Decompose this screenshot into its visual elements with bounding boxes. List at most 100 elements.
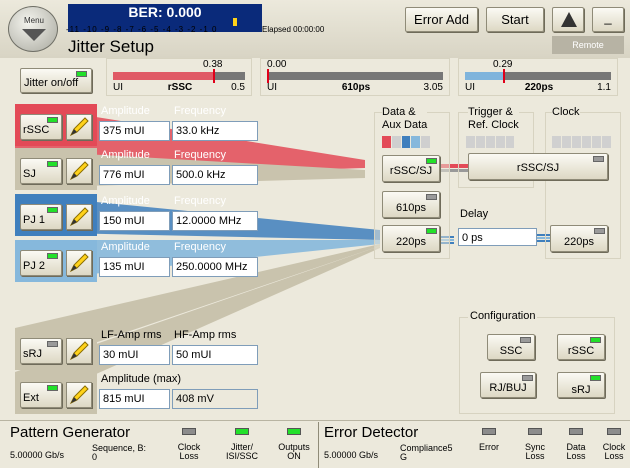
amplitude-input[interactable]: 776 mUI [99,165,170,185]
pg-rate: 5.00000 Gb/s [10,450,65,460]
amplitude-input[interactable]: 135 mUI [99,257,170,277]
amplitude-label: Amplitude [101,149,150,161]
status-led [482,428,496,435]
data-aux-indicator [382,136,430,148]
trigger-rssc-sj-led [593,156,604,162]
data-rssc-sj-button[interactable]: rSSC/SJ [382,155,440,182]
status-led [182,428,196,435]
jitter-source-label: Ext [23,392,39,404]
trigger-rssc-sj-label: rSSC/SJ [516,162,560,174]
status-led-label: Outputs ON [278,442,310,461]
data-610ps-button[interactable]: 610ps [382,191,440,218]
config-srj-label: sRJ [571,384,591,396]
config-rssc-led [590,337,601,343]
pencil-icon[interactable] [66,158,92,184]
status-led-label: Clock Loss [177,442,201,461]
frequency-label: Frequency [174,195,226,207]
config-srj-led [590,375,601,381]
data-220ps-label: 220ps [396,236,426,248]
jitter-source-label: SJ [23,168,36,180]
frequency-label: Frequency [174,149,226,161]
status-led [569,428,583,435]
frequency-input[interactable]: 12.0000 MHz [172,211,258,231]
jitter-source-button[interactable]: SJ [20,158,62,184]
jitter-source-label: PJ 2 [23,260,46,272]
config-ssc-led [520,337,531,343]
jitter-source-button[interactable]: sRJ [20,338,62,364]
frequency-input[interactable]: 33.0 kHz [172,121,258,141]
jitter-source-led [47,207,58,213]
frequency-input[interactable]: 500.0 kHz [172,165,258,185]
configuration-title: Configuration [468,310,538,322]
status-led-label: Jitter/ ISI/SSC [225,442,258,461]
delay-input[interactable]: 0 ps [458,228,537,246]
jitter-source-label: PJ 1 [23,214,46,226]
frequency-input[interactable]: 250.0000 MHz [172,257,258,277]
data-aux-label: Data & Aux Data [382,106,428,132]
data-rssc-sj-led [426,158,437,164]
jitter-source-led [47,253,58,259]
amplitude-input[interactable]: 30 mUI [99,345,170,365]
pencil-icon[interactable] [66,204,92,230]
pencil-icon[interactable] [66,382,92,408]
trigger-indicator [466,136,514,148]
clock-220ps-led [594,228,605,234]
jitter-source-led [47,385,58,391]
pencil-icon[interactable] [66,338,92,364]
data-610ps-label: 610ps [396,202,426,214]
data-610ps-led [426,194,437,200]
jitter-source-led [47,161,58,167]
amplitude-label: Amplitude [101,195,150,207]
status-led-label: Clock Loss [602,442,626,461]
jitter-source-button[interactable]: PJ 2 [20,250,62,276]
config-rssc-button[interactable]: rSSC [557,334,605,360]
trigger-rssc-sj-button[interactable]: rSSC/SJ [468,153,608,180]
amplitude-label: Amplitude (max) [101,373,182,385]
jitter-source-button[interactable]: PJ 1 [20,204,62,230]
status-led-label: Sync Loss [524,442,545,461]
frequency-input: 408 mV [172,389,258,409]
amplitude-input[interactable]: 150 mUI [99,211,170,231]
ed-title: Error Detector [324,424,419,441]
jitter-source-led [47,117,58,123]
status-divider [318,422,319,468]
amplitude-input[interactable]: 375 mUI [99,121,170,141]
data-220ps-button[interactable]: 220ps [382,225,440,252]
amplitude-label: LF-Amp rms [101,329,162,341]
status-led-label: Error [479,442,499,452]
status-led [607,428,621,435]
pg-sequence: Sequence, B: 0 [92,443,147,462]
config-rj-buj-led [522,375,533,381]
configuration-group [459,317,615,414]
config-srj-button[interactable]: sRJ [557,372,605,398]
config-rssc-label: rSSC [567,345,595,357]
frequency-label: Frequency [174,105,226,117]
jitter-source-label: sRJ [23,348,42,360]
amplitude-label: Amplitude [101,105,150,117]
clock-220ps-button[interactable]: 220ps [550,225,608,252]
jitter-source-led [47,341,58,347]
frequency-input[interactable]: 50 mUI [172,345,258,365]
clock-indicator [552,136,612,148]
amplitude-label: Amplitude [101,241,150,253]
pg-title: Pattern Generator [10,424,131,441]
frequency-label: HF-Amp rms [174,329,237,341]
pencil-icon[interactable] [66,114,92,140]
config-ssc-label: SSC [499,345,523,357]
delay-label: Delay [460,208,489,220]
config-ssc-button[interactable]: SSC [487,334,535,360]
ed-rate: 5.00000 Gb/s [324,450,379,460]
amplitude-input[interactable]: 815 mUI [99,389,170,409]
jitter-source-button[interactable]: rSSC [20,114,62,140]
status-led [235,428,249,435]
status-led [287,428,301,435]
jitter-source-label: rSSC [23,124,50,136]
config-rj-buj-label: RJ/BUJ [489,382,527,394]
clock-220ps-label: 220ps [564,236,594,248]
jitter-source-button[interactable]: Ext [20,382,62,408]
ed-compliance: Compliance5 G [400,443,453,462]
pencil-icon[interactable] [66,250,92,276]
config-rj-buj-button[interactable]: RJ/BUJ [480,372,536,398]
clock-label: Clock [552,106,580,118]
frequency-label: Frequency [174,241,226,253]
